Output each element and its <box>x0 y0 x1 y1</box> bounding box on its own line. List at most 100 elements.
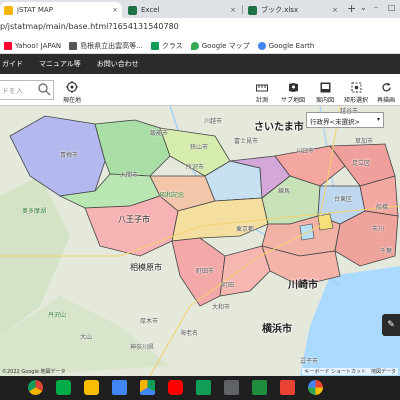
map-label-sayama: 狭山市 <box>190 144 209 151</box>
map-label-sagamihara: 相模原市 <box>130 263 162 272</box>
rect-select-button[interactable]: 矩形選択 <box>342 78 370 104</box>
map-label-showa: 昭和記念 <box>160 192 185 199</box>
bookmark-izumo-high[interactable]: 島根県立出雲高等... <box>69 41 143 51</box>
map-label-saitama: さいたま市 <box>254 122 304 133</box>
photos-icon[interactable] <box>308 380 323 395</box>
map-label-atsugi: 厚木市 <box>140 318 159 325</box>
map-label-taito: 台東区 <box>334 196 353 203</box>
excel-favicon-icon <box>248 5 257 15</box>
submap-icon <box>288 83 298 92</box>
map-shortcuts-link[interactable]: キーボード ショートカット 地図データ <box>302 368 398 375</box>
bookmark-label: 島根県立出雲高等... <box>80 41 143 50</box>
map-label-kawagoe: 川越市 <box>204 118 223 125</box>
close-tab-icon[interactable]: × <box>112 6 118 14</box>
gmail-icon[interactable] <box>280 380 295 395</box>
pencil-icon: ✎ <box>387 320 395 330</box>
map-label-kawaguchi: 川口市 <box>296 148 315 155</box>
measure-button[interactable]: 計測 <box>248 78 276 104</box>
minimize-icon[interactable]: – <box>374 3 378 12</box>
tab-book-xlsx[interactable]: ブック.xlsx × <box>244 2 342 18</box>
docs-icon[interactable] <box>112 380 127 395</box>
menu-contact[interactable]: お問い合わせ <box>97 59 139 69</box>
map-label-koshigaya: 越谷市 <box>340 108 359 115</box>
bookmark-yahoo[interactable]: Yahoo! JAPAN <box>4 41 61 50</box>
admin-boundary-value: 行政界<未選択> <box>310 118 360 126</box>
tab-title: Excel <box>141 6 160 14</box>
map-label-kanagawa: 神奈川県 <box>130 344 155 351</box>
measure-label: 計測 <box>255 97 268 104</box>
map-label-tokyo: 東京都 <box>236 226 255 233</box>
current-location-label: 現在地 <box>62 97 81 104</box>
tab-separator <box>242 5 243 14</box>
map-label-nerima: 練馬 <box>278 188 291 195</box>
map-attribution: ©2022 Google 地図データ <box>2 369 66 375</box>
map-label-adachi: 足立区 <box>352 160 371 167</box>
map-label-tanzawa: 丹沢山 <box>48 312 67 319</box>
chevron-down-icon: ▾ <box>376 116 380 123</box>
menu-manuals[interactable]: マニュアル等 <box>39 59 81 69</box>
school-icon <box>69 41 78 50</box>
address-bar[interactable]: p/jstatmap/main/base.html?1654131540780 <box>0 18 400 38</box>
sheets-icon[interactable] <box>196 380 211 395</box>
bookmark-google-maps[interactable]: Google マップ <box>190 41 250 51</box>
map-canvas[interactable]: 行政界<未選択> ▾ さいたま市 越谷市 草加市 足立区 八王子市 相模原市 川… <box>0 106 400 376</box>
bookmarks-bar: Yahoo! JAPAN 島根県立出雲高等... クラス Google マップ … <box>0 38 400 54</box>
close-tab-icon[interactable]: × <box>230 6 236 14</box>
rect-select-icon <box>351 82 361 93</box>
crosshair-icon <box>66 81 78 93</box>
drive-icon[interactable] <box>140 380 155 395</box>
tab-title: ブック.xlsx <box>261 6 299 14</box>
classroom-icon <box>150 41 159 50</box>
guide-map-button[interactable]: 案内図 <box>311 78 339 104</box>
os-taskbar <box>0 376 400 400</box>
map-label-soka: 草加市 <box>355 138 374 145</box>
guide-map-icon <box>320 82 330 93</box>
url-text[interactable]: p/jstatmap/main/base.html?1654131540780 <box>0 22 179 31</box>
map-label-funabashi: 船橋 <box>376 204 389 211</box>
tab-excel[interactable]: Excel × <box>124 2 240 18</box>
map-label-ichikawa: 市川 <box>372 226 385 233</box>
chrome-icon[interactable] <box>28 380 43 395</box>
files-icon[interactable] <box>224 380 239 395</box>
map-label-iruma: 入間市 <box>120 172 139 179</box>
map-label-ebina: 海老名 <box>180 330 199 337</box>
keep-icon[interactable] <box>84 380 99 395</box>
map-label-ome: 青梅市 <box>60 152 79 159</box>
maximize-icon[interactable]: □ <box>388 3 396 12</box>
browser-tab-strip: jSTAT MAP × Excel × ブック.xlsx × + ⌄ – □ <box>0 0 400 18</box>
map-label-chiba: 千葉 <box>380 248 393 255</box>
map-label-zushi: 逗子市 <box>300 358 319 365</box>
bookmark-label: クラス <box>161 41 183 50</box>
guide-map-label: 案内図 <box>315 97 334 104</box>
map-label-kawasaki: 川崎市 <box>288 280 318 291</box>
close-tab-icon[interactable]: × <box>332 6 338 14</box>
new-tab-button[interactable]: + <box>347 2 356 15</box>
map-label-machida: 町田市 <box>196 268 215 275</box>
redraw-button[interactable]: 再描画 <box>372 78 400 104</box>
bookmark-google-earth[interactable]: Google Earth <box>257 41 315 50</box>
menu-guide[interactable]: ガイド <box>2 59 23 69</box>
map-label-machida2: 町田 <box>222 282 235 289</box>
bookmark-label: Google Earth <box>268 41 315 50</box>
bookmark-label: Google マップ <box>201 41 250 50</box>
map-label-fujimi: 富士見市 <box>234 138 259 145</box>
jstat-favicon-icon <box>4 5 13 15</box>
classroom-icon[interactable] <box>252 380 267 395</box>
edit-pencil-button[interactable]: ✎ <box>382 314 400 336</box>
tab-search-icon[interactable]: ⌄ <box>360 3 367 12</box>
map-label-ooyama: 大山 <box>80 334 93 341</box>
map-label-okutama: 奥多摩湖 <box>22 208 47 215</box>
app-menu-bar: ガイド マニュアル等 お問い合わせ <box>0 54 400 74</box>
youtube-icon[interactable] <box>168 380 183 395</box>
tab-title: jSTAT MAP <box>17 6 53 14</box>
bookmark-class[interactable]: クラス <box>150 41 183 51</box>
meet-icon[interactable] <box>56 380 71 395</box>
submap-button[interactable]: サブ地図 <box>279 78 307 104</box>
current-location-button[interactable]: 現在地 <box>58 78 86 104</box>
search-icon[interactable] <box>38 83 51 96</box>
redraw-label: 再描画 <box>376 97 395 104</box>
tab-jstat-map[interactable]: jSTAT MAP × <box>0 2 122 18</box>
map-label-hachioji: 八王子市 <box>118 215 150 224</box>
ruler-icon <box>256 84 268 92</box>
map-pin-icon <box>190 41 199 50</box>
